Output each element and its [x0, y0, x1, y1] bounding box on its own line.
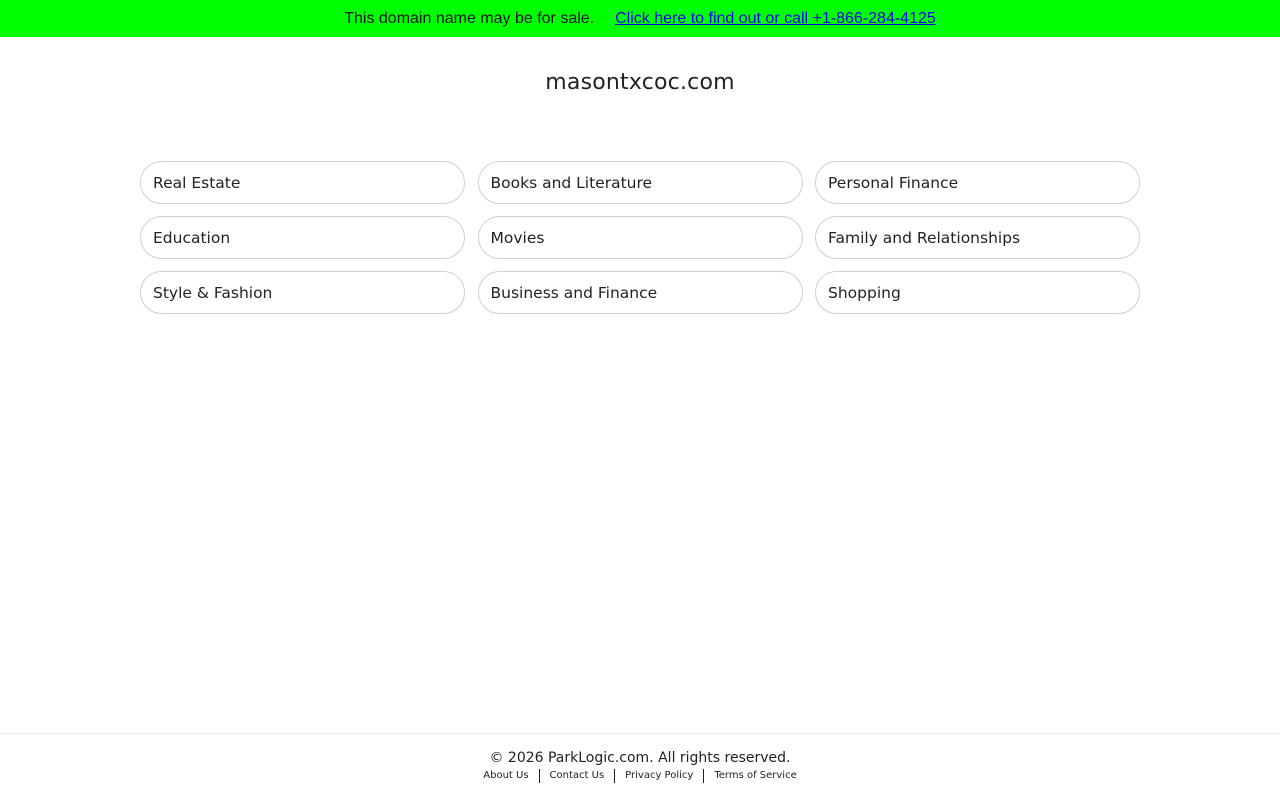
related-link-books-and-literature[interactable]: Books and Literature	[477, 161, 803, 204]
related-links-grid: Real Estate Books and Literature Persona…	[140, 161, 1140, 314]
related-link-education[interactable]: Education	[140, 216, 465, 259]
related-link-real-estate[interactable]: Real Estate	[140, 161, 465, 204]
footer-link-contact-us[interactable]: Contact Us	[540, 769, 615, 783]
footer: © 2026 ParkLogic.com. All rights reserve…	[0, 733, 1280, 800]
related-link-style-fashion[interactable]: Style & Fashion	[140, 271, 465, 314]
footer-link-about-us[interactable]: About Us	[473, 769, 538, 783]
sale-banner: This domain name may be for sale. Click …	[0, 0, 1280, 37]
related-link-business-and-finance[interactable]: Business and Finance	[477, 271, 803, 314]
related-link-shopping[interactable]: Shopping	[815, 271, 1140, 314]
related-link-movies[interactable]: Movies	[477, 216, 803, 259]
page: This domain name may be for sale. Click …	[0, 0, 1280, 800]
copyright-text: © 2026 ParkLogic.com. All rights reserve…	[489, 750, 791, 766]
footer-links: About Us Contact Us Privacy Policy Terms…	[0, 769, 1280, 783]
footer-link-terms-of-service[interactable]: Terms of Service	[704, 769, 806, 783]
sale-inquiry-link[interactable]: Click here to find out or call +1-866-28…	[615, 10, 936, 28]
related-link-family-and-relationships[interactable]: Family and Relationships	[815, 216, 1140, 259]
footer-link-privacy-policy[interactable]: Privacy Policy	[615, 769, 703, 783]
sale-banner-text: This domain name may be for sale.	[344, 9, 595, 27]
domain-title: masontxcoc.com	[545, 70, 735, 95]
related-link-personal-finance[interactable]: Personal Finance	[815, 161, 1140, 204]
